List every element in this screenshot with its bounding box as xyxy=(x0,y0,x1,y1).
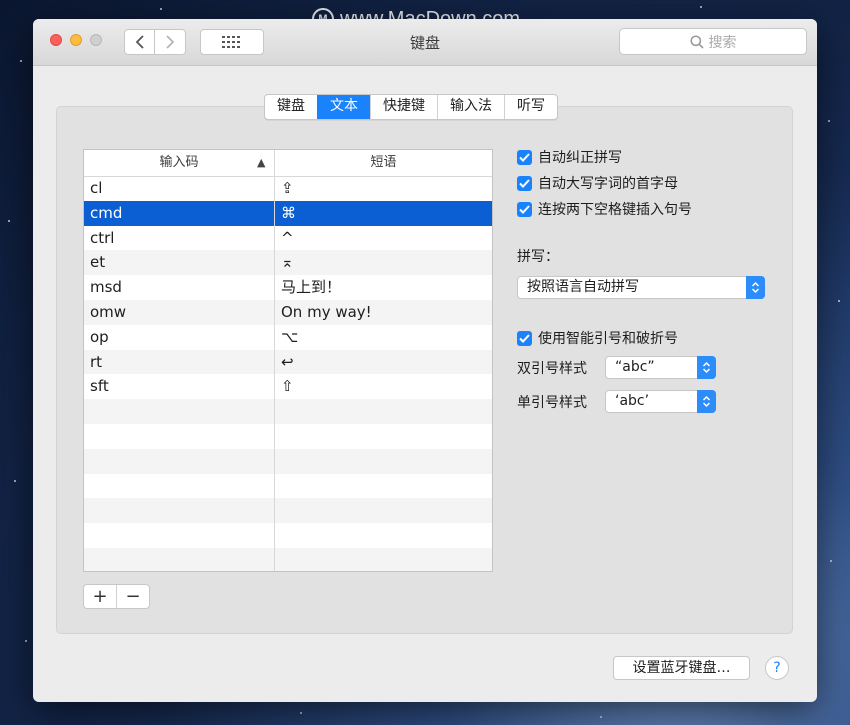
setup-bluetooth-keyboard-button[interactable]: 设置蓝牙键盘… xyxy=(613,656,750,680)
auto-correct-checkbox[interactable]: 自动纠正拼写 xyxy=(517,147,622,167)
checkmark-icon xyxy=(517,201,532,217)
table-row[interactable]: ctrl ^ xyxy=(84,226,492,251)
replace-cell: cmd xyxy=(90,203,123,222)
table-row[interactable]: et ⌅ xyxy=(84,250,492,276)
column-divider xyxy=(274,150,275,571)
auto-capitalize-checkbox[interactable]: 自动大写字词的首字母 xyxy=(517,173,678,193)
empty-row xyxy=(84,424,492,449)
with-cell: ⇪ xyxy=(281,179,294,197)
text-replacement-table: 输入码 ▲ 短语 cl ⇪ cmd ⌘ ctrl ^ et ⌅ msd 马上到！… xyxy=(83,149,493,572)
table-row[interactable]: omw On my way! xyxy=(84,300,492,325)
spelling-label: 拼写： xyxy=(517,249,559,265)
double-space-period-checkbox[interactable]: 连按两下空格键插入句号 xyxy=(517,199,692,219)
replace-cell: op xyxy=(90,327,109,346)
tab-bar: 键盘 文本 快捷键 输入法 听写 xyxy=(264,94,558,120)
double-space-period-label: 连按两下空格键插入句号 xyxy=(538,202,692,218)
with-cell: 马上到！ xyxy=(281,278,342,297)
tab-dictation[interactable]: 听写 xyxy=(504,95,557,119)
with-cell: ⌘ xyxy=(281,203,296,222)
empty-row xyxy=(84,448,492,474)
replace-cell: msd xyxy=(90,278,122,297)
table-row[interactable]: cl ⇪ xyxy=(84,176,492,201)
table-row-selected[interactable]: cmd ⌘ xyxy=(84,200,492,226)
checkmark-icon xyxy=(517,175,532,191)
replace-cell: cl xyxy=(90,179,103,197)
auto-correct-label: 自动纠正拼写 xyxy=(538,150,622,166)
table-row[interactable]: rt ↩ xyxy=(84,349,492,375)
search-placeholder: 搜索 xyxy=(708,34,737,51)
empty-row xyxy=(84,399,492,424)
checkmark-icon xyxy=(517,149,532,165)
with-cell: ⇧ xyxy=(281,377,294,396)
column-header-replace[interactable]: 输入码 xyxy=(84,150,274,176)
spelling-popup[interactable]: 按照语言自动拼写 xyxy=(517,276,765,299)
with-cell: ^ xyxy=(281,228,294,247)
double-quote-value: “abc” xyxy=(615,359,655,375)
empty-row xyxy=(84,548,492,571)
with-cell: ↩ xyxy=(281,352,294,371)
spelling-value: 按照语言自动拼写 xyxy=(527,279,639,295)
popup-arrows-icon xyxy=(697,390,716,413)
search-field[interactable]: 搜索 xyxy=(619,28,807,55)
preferences-window: 键盘 搜索 键盘 文本 快捷键 输入法 听写 输入码 ▲ 短语 cl ⇪ cmd xyxy=(33,19,817,702)
with-cell: On my way! xyxy=(281,303,372,321)
empty-row xyxy=(84,474,492,499)
with-cell: ⌅ xyxy=(281,253,294,272)
search-icon xyxy=(689,34,704,49)
empty-row xyxy=(84,523,492,548)
tab-shortcuts[interactable]: 快捷键 xyxy=(370,95,437,119)
popup-arrows-icon xyxy=(697,356,716,379)
replace-cell: rt xyxy=(90,352,103,371)
smart-quotes-checkbox[interactable]: 使用智能引号和破折号 xyxy=(517,328,678,348)
tab-keyboard[interactable]: 键盘 xyxy=(265,95,317,119)
double-quote-popup[interactable]: “abc” xyxy=(605,356,716,379)
single-quote-value: ‘abc’ xyxy=(615,393,650,409)
empty-row xyxy=(84,498,492,524)
single-quote-label: 单引号样式 xyxy=(517,395,587,411)
with-cell: ⌥ xyxy=(281,327,299,346)
popup-arrows-icon xyxy=(746,276,765,299)
table-row[interactable]: msd 马上到！ xyxy=(84,275,492,300)
add-remove-control: + − xyxy=(83,584,150,609)
single-quote-popup[interactable]: ‘abc’ xyxy=(605,390,716,413)
help-button[interactable]: ? xyxy=(765,656,789,680)
checkmark-icon xyxy=(517,330,532,346)
auto-capitalize-label: 自动大写字词的首字母 xyxy=(538,176,678,192)
replace-cell: sft xyxy=(90,377,109,396)
double-quote-label: 双引号样式 xyxy=(517,361,587,377)
remove-button[interactable]: − xyxy=(116,585,149,608)
sort-ascending-icon: ▲ xyxy=(257,156,266,169)
tab-text[interactable]: 文本 xyxy=(317,95,370,119)
table-row[interactable]: op ⌥ xyxy=(84,325,492,350)
tab-input-sources[interactable]: 输入法 xyxy=(437,95,504,119)
replace-cell: omw xyxy=(90,303,127,321)
smart-quotes-label: 使用智能引号和破折号 xyxy=(538,331,678,347)
titlebar: 键盘 搜索 xyxy=(33,19,817,66)
table-header: 输入码 ▲ 短语 xyxy=(84,150,492,177)
replace-cell: ctrl xyxy=(90,228,115,247)
column-header-with[interactable]: 短语 xyxy=(275,150,492,176)
table-row[interactable]: sft ⇧ xyxy=(84,374,492,399)
add-button[interactable]: + xyxy=(84,585,116,608)
replace-cell: et xyxy=(90,253,106,272)
